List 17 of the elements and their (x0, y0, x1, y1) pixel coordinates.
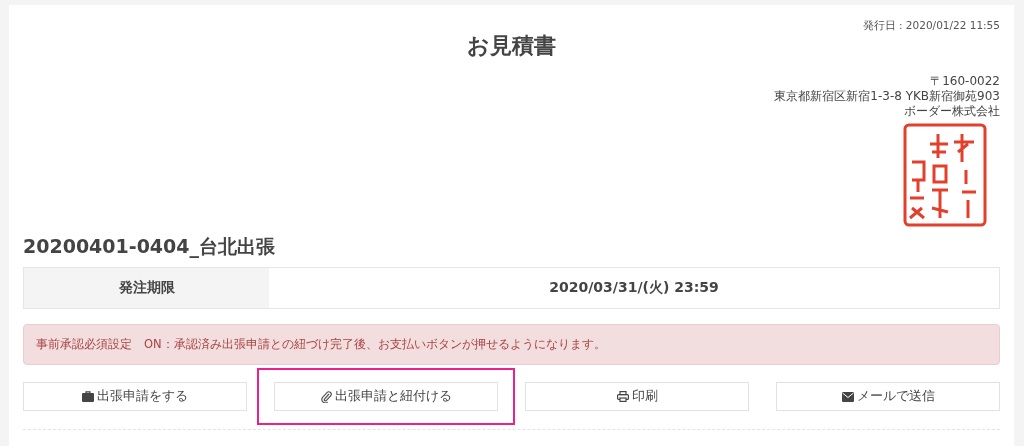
paperclip-icon (320, 390, 332, 403)
printer-icon (616, 391, 629, 402)
alert-message: 事前承認必須設定 ON：承認済み出張申請との紐づけ完了後、お支払いボタンが押せるようになります。 (23, 324, 1000, 365)
document-title: お見積書 (466, 32, 557, 60)
action-button[interactable]: メールで送信 (776, 382, 1000, 411)
action-button[interactable]: 印刷 (525, 382, 749, 411)
company-name: ボーダー株式会社 (903, 104, 1000, 119)
envelope-icon (841, 391, 854, 402)
deadline-label: 発注期限 (24, 268, 269, 308)
deadline-value: 2020/03/31/(火) 23:59 (548, 278, 720, 297)
trip-name: 20200401-0404_台北出張 (23, 234, 277, 259)
company-address: 東京都新宿区新宿1-3-8 YKB新宿御苑903 (773, 89, 1000, 104)
action-button[interactable]: 出張申請と紐付ける (274, 382, 498, 411)
briefcase-icon (82, 391, 94, 402)
action-button[interactable]: 出張申請をする (23, 382, 247, 411)
postal-code: 〒160-0022 (929, 74, 1000, 89)
issue-date: 発行日 : 2020/01/22 11:55 (861, 19, 1000, 33)
